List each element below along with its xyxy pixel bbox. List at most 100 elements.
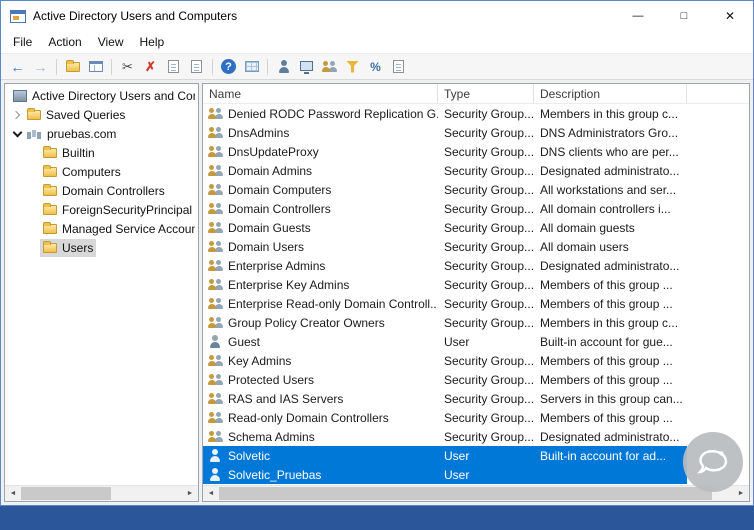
chevron-slot [26,203,40,217]
table-row[interactable]: Read-only Domain Controllers Security Gro… [203,408,687,427]
app-icon[interactable] [10,9,26,23]
cell-type: Security Group... [444,372,534,387]
table-row[interactable]: Domain Guests Security Group... All domain… [203,218,687,237]
minimize-button[interactable]: — [615,1,661,31]
table-row[interactable]: Enterprise Key Admins Security Group... Me… [203,275,687,294]
table-row[interactable]: Protected Users Security Group... Members … [203,370,687,389]
security-group-icon [208,354,223,367]
cell-name: Schema Admins [228,429,315,444]
forward-icon: → [33,58,48,75]
cell-type: Security Group... [444,391,534,406]
table-row[interactable]: Domain Users Security Group... All domain … [203,237,687,256]
tree-item-root[interactable]: Active Directory Users and Com [5,86,198,105]
table-row[interactable]: DnsAdmins Security Group... DNS Administra… [203,123,687,142]
column-header-description[interactable]: Description [534,84,687,103]
tree-item-label: Domain Controllers [62,183,165,198]
show-console-tree-button[interactable] [84,56,107,78]
screen: Active Directory Users and Computers — □… [0,0,754,530]
close-button[interactable]: ✕ [707,1,753,31]
table-row[interactable]: Enterprise Read-only Domain Controll... S… [203,294,687,313]
table-row[interactable]: Guest User Built-in account for gue... [203,332,687,351]
table-row[interactable]: Domain Admins Security Group... Designated… [203,161,687,180]
set-filter-button[interactable] [341,56,364,78]
cell-description: Designated administrato... [540,163,680,178]
back-button[interactable]: ← [6,56,29,78]
tree-item-domain-controllers[interactable]: Domain Controllers [5,181,198,200]
cell-type: Security Group... [444,125,534,140]
table-row[interactable]: RAS and IAS Servers Security Group... Serv… [203,389,687,408]
security-group-icon [208,240,223,253]
table-row-selected[interactable]: Solvetic_Pruebas User [203,465,687,484]
menu-help[interactable]: Help [132,32,173,52]
tree-item-label: ForeignSecurityPrincipal [62,202,193,217]
cell-name: DnsAdmins [228,125,290,140]
solvetic-logo [683,432,743,492]
cell-type: Security Group... [444,201,534,216]
tree-item-label: Managed Service Accoun [62,221,195,236]
filter-icon [346,60,359,73]
new-user-button[interactable] [272,56,295,78]
console-tree-panel: Active Directory Users and Com Saved Que… [4,83,199,502]
forward-button[interactable]: → [29,56,52,78]
cell-description: Members of this group ... [540,296,673,311]
scroll-right-button[interactable]: ► [733,486,749,501]
security-group-icon [208,221,223,234]
cut-icon: ✂ [122,59,133,74]
advanced-options-button[interactable]: % [364,56,387,78]
menu-action[interactable]: Action [40,32,89,52]
column-options-icon [244,61,259,72]
table-row[interactable]: DnsUpdateProxy Security Group... DNS clien… [203,142,687,161]
cell-name: RAS and IAS Servers [228,391,344,406]
security-group-icon [208,392,223,405]
expand-chevron-icon[interactable] [10,108,24,122]
new-computer-button[interactable] [295,56,318,78]
properties-button[interactable] [162,56,185,78]
help-button[interactable]: ? [217,56,240,78]
tree-item-users[interactable]: Users [5,238,198,257]
folder-up-icon [65,59,80,72]
menu-view[interactable]: View [90,32,132,52]
new-group-icon [322,60,337,73]
scroll-left-button[interactable]: ◄ [203,486,219,501]
tree-item-builtin[interactable]: Builtin [5,143,198,162]
scroll-left-button[interactable]: ◄ [5,486,21,501]
table-row[interactable]: Key Admins Security Group... Members of th… [203,351,687,370]
tree-item-computers[interactable]: Computers [5,162,198,181]
cell-type: Security Group... [444,182,534,197]
table-row[interactable]: Domain Controllers Security Group... All d… [203,199,687,218]
table-row[interactable]: Enterprise Admins Security Group... Design… [203,256,687,275]
table-row-selected[interactable]: Solvetic User Built-in account for ad... [203,446,687,465]
collapse-chevron-icon[interactable] [10,127,24,141]
table-row[interactable]: Denied RODC Password Replication G... Sec… [203,104,687,123]
scrollbar-thumb[interactable] [219,487,713,500]
cell-type: Security Group... [444,353,534,368]
table-row[interactable]: Schema Admins Security Group... Designated… [203,427,687,446]
column-header-name[interactable]: Name [203,84,438,103]
column-header-type[interactable]: Type [438,84,534,103]
toolbar-separator [267,58,268,75]
table-row[interactable]: Domain Computers Security Group... All wor… [203,180,687,199]
table-row[interactable]: Group Policy Creator Owners Security Grou… [203,313,687,332]
tree-item-managed-service-accounts[interactable]: Managed Service Accoun [5,219,198,238]
menu-file[interactable]: File [5,32,40,52]
console-message-button[interactable] [387,56,410,78]
export-list-button[interactable] [185,56,208,78]
scroll-right-button[interactable]: ► [182,486,198,501]
scrollbar-track[interactable] [21,486,182,501]
tree-item-saved-queries[interactable]: Saved Queries [5,105,198,124]
delete-button[interactable]: ✗ [139,56,162,78]
maximize-button[interactable]: □ [661,1,707,31]
scrollbar-thumb[interactable] [21,487,112,500]
cell-description: Built-in account for gue... [540,334,673,349]
scrollbar-track[interactable] [219,486,733,501]
security-group-icon [208,107,223,120]
tree-item-domain[interactable]: pruebas.com [5,124,198,143]
column-options-button[interactable] [240,56,263,78]
tree-item-label: pruebas.com [47,126,117,141]
cut-button[interactable]: ✂ [116,56,139,78]
cell-type: Security Group... [444,429,534,444]
toolbar-separator [212,58,213,75]
new-group-button[interactable] [318,56,341,78]
up-one-level-button[interactable] [61,56,84,78]
tree-item-foreign-security-principals[interactable]: ForeignSecurityPrincipal [5,200,198,219]
